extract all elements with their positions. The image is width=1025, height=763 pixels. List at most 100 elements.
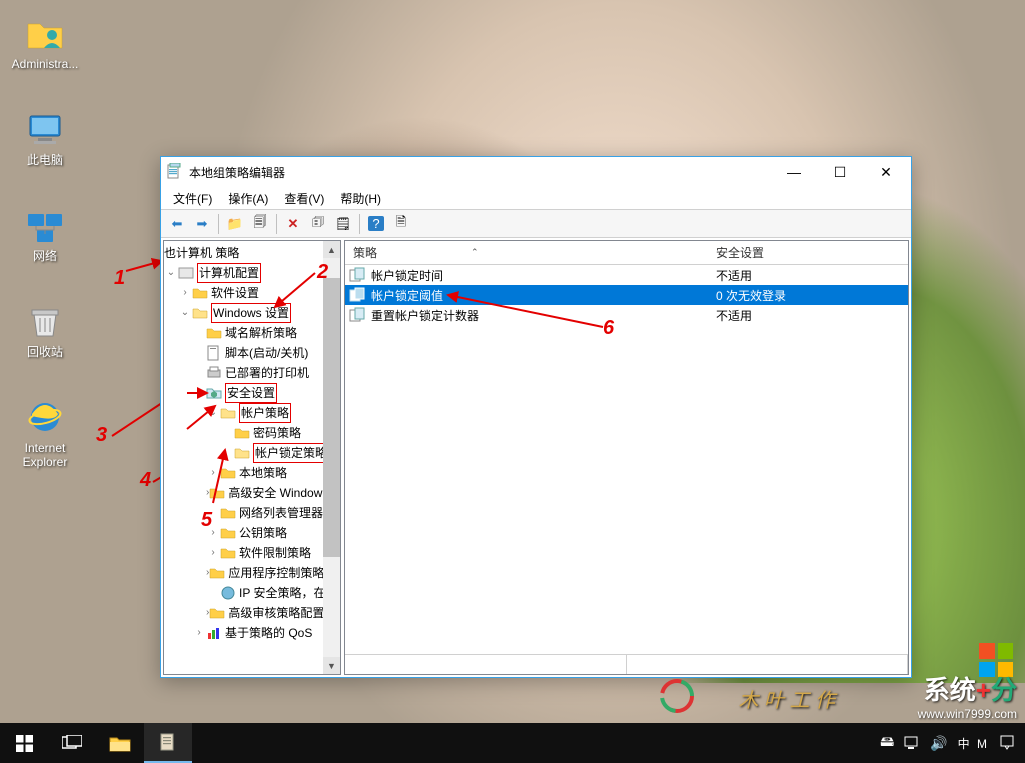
document-icon: 🗎 <box>396 213 406 235</box>
policy-row[interactable]: 帐户锁定时间 不适用 <box>345 265 908 285</box>
tray-volume-icon[interactable]: 🔊 <box>930 735 947 752</box>
desktop-icon-label: 此电脑 <box>27 153 63 167</box>
tree-software-settings[interactable]: 软件设置 <box>164 283 323 303</box>
tree-netlist[interactable]: 网络列表管理器策 <box>164 503 323 523</box>
desktop-icon-label: Internet Explorer <box>7 441 83 469</box>
menu-action[interactable]: 操作(A) <box>220 188 276 209</box>
desktop-icon-label: 网络 <box>33 249 57 263</box>
recycle-bin-icon <box>24 300 66 342</box>
toolbar-forward-button[interactable]: ➡ <box>190 212 214 236</box>
toolbar-refresh-button[interactable]: 🗐 <box>248 212 272 236</box>
close-button[interactable]: ✕ <box>863 157 909 187</box>
tree-account-policies[interactable]: 帐户策略 <box>164 403 323 423</box>
system-tray[interactable]: 🖴 🔊 中 M <box>870 731 1025 755</box>
toolbar-separator <box>359 214 360 234</box>
policy-setting: 0 次无效登录 <box>708 287 908 304</box>
pc-icon <box>24 108 66 150</box>
policy-row-selected[interactable]: 帐户锁定阈值 0 次无效登录 <box>345 285 908 305</box>
tray-network-icon[interactable] <box>904 735 920 752</box>
tree-app-control[interactable]: 应用程序控制策略 <box>164 563 323 583</box>
desktop-icon-recycle-bin[interactable]: 回收站 <box>6 300 84 380</box>
status-strip <box>345 654 908 674</box>
minimize-button[interactable]: — <box>771 157 817 187</box>
task-view-button[interactable] <box>48 723 96 763</box>
tray-usb-icon[interactable]: 🖴 <box>880 731 894 755</box>
tree-computer-config[interactable]: 计算机配置 <box>164 263 323 283</box>
scrollbar-thumb[interactable] <box>323 278 340 557</box>
tree-audit[interactable]: 高级审核策略配置 <box>164 603 323 623</box>
file-explorer-icon <box>109 734 131 752</box>
policy-setting: 不适用 <box>708 267 908 284</box>
toolbar-up-button[interactable]: 📁 <box>223 212 247 236</box>
sort-indicator-icon: ⌃ <box>471 247 479 258</box>
toolbar-separator <box>276 214 277 234</box>
tree-advanced-firewall[interactable]: 高级安全 Window <box>164 483 323 503</box>
toolbar-properties-button[interactable]: 🗊 <box>306 212 330 236</box>
window-client-area: 也计算机 策略 计算机配置 软件设置 Windows 设置 域名解析策略 脚本(… <box>161 238 911 677</box>
policy-name: 帐户锁定阈值 <box>369 287 708 304</box>
tree-scrollbar[interactable]: ▲ ▼ <box>323 241 340 674</box>
tree-windows-settings[interactable]: Windows 设置 <box>164 303 323 323</box>
delete-icon: ✕ <box>288 216 299 232</box>
tree-security-settings[interactable]: 安全设置 <box>164 383 323 403</box>
forward-arrow-icon: ➡ <box>197 216 208 232</box>
tree-dns-policy[interactable]: 域名解析策略 <box>164 323 323 343</box>
column-header-policy[interactable]: 策略⌃ <box>345 244 708 261</box>
tree-scripts[interactable]: 脚本(启动/关机) <box>164 343 323 363</box>
menu-file[interactable]: 文件(F) <box>165 188 220 209</box>
policy-row[interactable]: 重置帐户锁定计数器 不适用 <box>345 305 908 325</box>
annotation-number-5: 5 <box>201 509 212 532</box>
tree-srp[interactable]: 软件限制策略 <box>164 543 323 563</box>
desktop-icons: Administra... 此电脑 网络 回收站 Internet Explor… <box>6 12 84 492</box>
maximize-button[interactable]: ☐ <box>817 157 863 187</box>
policy-tree[interactable]: 也计算机 策略 计算机配置 软件设置 Windows 设置 域名解析策略 脚本(… <box>164 241 323 645</box>
tree-local-policies[interactable]: 本地策略 <box>164 463 323 483</box>
tray-notifications-icon[interactable] <box>999 734 1015 753</box>
annotation-number-4: 4 <box>140 469 151 492</box>
taskbar-gpedit[interactable] <box>144 723 192 763</box>
tree-root[interactable]: 也计算机 策略 <box>164 243 323 263</box>
menu-view[interactable]: 查看(V) <box>276 188 332 209</box>
menubar: 文件(F) 操作(A) 查看(V) 帮助(H) <box>161 187 911 210</box>
menu-help[interactable]: 帮助(H) <box>332 188 389 209</box>
network-icon <box>24 204 66 246</box>
desktop-icon-network[interactable]: 网络 <box>6 204 84 284</box>
annotation-number-2: 2 <box>317 261 328 284</box>
toolbar: ⬅ ➡ 📁 🗐 ✕ 🗊 🗒 ? 🗎 <box>161 210 911 238</box>
sheet-icon: 🗐 <box>254 213 267 235</box>
desktop-icon-this-pc[interactable]: 此电脑 <box>6 108 84 188</box>
toolbar-separator <box>218 214 219 234</box>
user-folder-icon <box>24 12 66 54</box>
scroll-down-icon[interactable]: ▼ <box>323 657 340 674</box>
help-icon: ? <box>368 216 383 231</box>
toolbar-extra-button[interactable]: 🗎 <box>389 212 413 236</box>
details-header[interactable]: 策略⌃ 安全设置 <box>345 241 908 265</box>
taskbar[interactable]: 🖴 🔊 中 M <box>0 723 1025 763</box>
titlebar[interactable]: 本地组策略编辑器 — ☐ ✕ <box>161 157 911 187</box>
properties-icon: 🗊 <box>312 213 324 235</box>
wallpaper-logo-swirl <box>659 678 695 717</box>
details-body: 帐户锁定时间 不适用 帐户锁定阈值 0 次无效登录 重置帐户锁定计数器 不适用 <box>345 265 908 654</box>
app-icon <box>167 163 183 182</box>
desktop-icon-administrator[interactable]: Administra... <box>6 12 84 92</box>
toolbar-delete-button[interactable]: ✕ <box>281 212 305 236</box>
tray-ime-indicator[interactable]: 中 M <box>958 735 989 752</box>
scroll-up-icon[interactable]: ▲ <box>323 241 340 258</box>
policy-item-icon <box>345 307 369 323</box>
toolbar-help-button[interactable]: ? <box>364 212 388 236</box>
tree-pki[interactable]: 公钥策略 <box>164 523 323 543</box>
tree-printers[interactable]: 已部署的打印机 <box>164 363 323 383</box>
policy-item-icon <box>345 267 369 283</box>
annotation-number-6: 6 <box>603 317 614 340</box>
column-header-setting[interactable]: 安全设置 <box>708 244 908 261</box>
toolbar-export-button[interactable]: 🗒 <box>331 212 355 236</box>
tree-lockout-policy[interactable]: 帐户锁定策略 <box>164 443 323 463</box>
tree-password-policy[interactable]: 密码策略 <box>164 423 323 443</box>
tree-qos[interactable]: 基于策略的 QoS <box>164 623 323 643</box>
start-button[interactable] <box>0 723 48 763</box>
taskbar-file-explorer[interactable] <box>96 723 144 763</box>
toolbar-back-button[interactable]: ⬅ <box>165 212 189 236</box>
annotation-number-1: 1 <box>114 267 125 290</box>
desktop-icon-ie[interactable]: Internet Explorer <box>6 396 84 476</box>
tree-ipsec[interactable]: IP 安全策略，在 2 <box>164 583 323 603</box>
